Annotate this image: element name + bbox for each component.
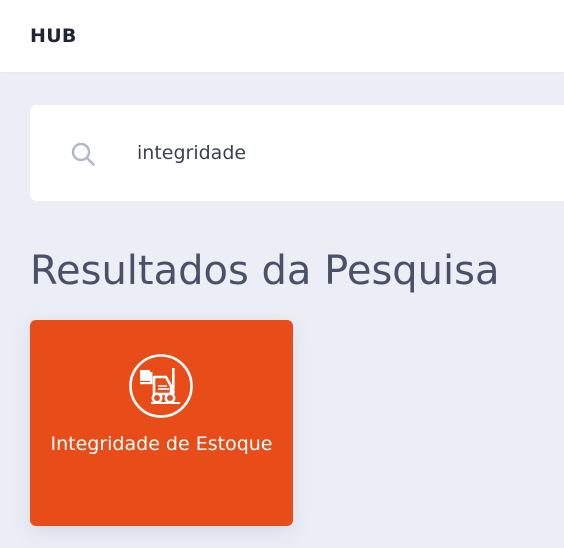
result-card-label: Integridade de Estoque xyxy=(50,433,273,455)
page-title: Resultados da Pesquisa xyxy=(30,248,500,294)
top-bar: HUB xyxy=(0,0,564,72)
brand-logo-text[interactable]: HUB xyxy=(30,24,77,48)
forklift-icon xyxy=(129,354,193,418)
search-input[interactable] xyxy=(137,136,537,170)
search-icon[interactable] xyxy=(70,141,96,167)
result-card-integridade-de-estoque[interactable]: Integridade de Estoque xyxy=(30,320,293,526)
